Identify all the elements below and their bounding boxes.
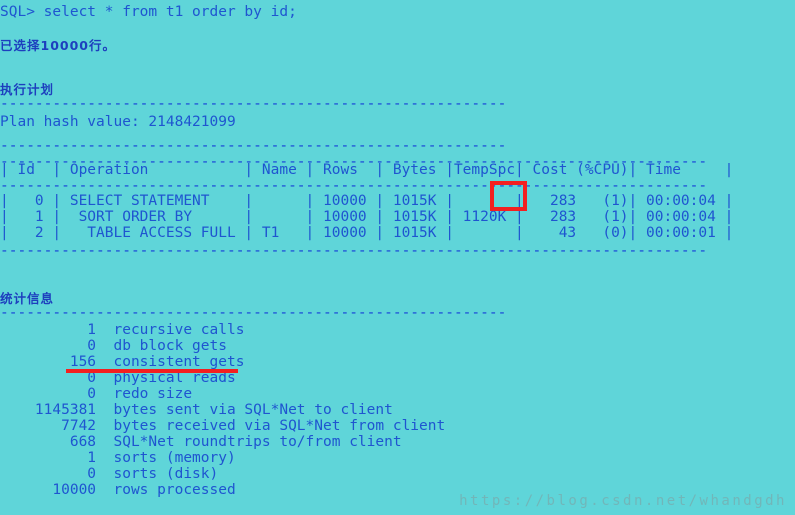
statistic-line: 0 db block gets	[0, 338, 227, 354]
statistic-line: 1 recursive calls	[0, 322, 245, 338]
plan-table-row: | 1 | SORT ORDER BY | | 10000 | 1015K | …	[0, 209, 734, 225]
sql-prompt-line: SQL> select * from t1 order by id;	[0, 4, 297, 20]
consistent-gets-underline	[66, 369, 238, 373]
plan-table-row: | 0 | SELECT STATEMENT | | 10000 | 1015K…	[0, 193, 734, 209]
terminal-output: SQL> select * from t1 order by id; 已选择10…	[0, 0, 795, 515]
separator-below-plan-hash: ----------------------------------------…	[0, 138, 507, 154]
watermark-text: https://blog.csdn.net/whandgdh	[459, 493, 787, 509]
separator-above-plan-hash: ----------------------------------------…	[0, 96, 507, 112]
plan-table-bottom-border: ----------------------------------------…	[0, 243, 708, 259]
statistic-line: 0 redo size	[0, 386, 193, 402]
rows-selected-message: 已选择10000行。	[0, 38, 116, 53]
statistic-line: 10000 rows processed	[0, 482, 236, 498]
separator-below-statistics-heading: ----------------------------------------…	[0, 305, 507, 321]
statistic-line: 156 consistent gets	[0, 354, 245, 370]
statistic-line: 0 sorts (disk)	[0, 466, 219, 482]
statistic-line: 1145381 bytes sent via SQL*Net to client	[0, 402, 393, 418]
plan-table-header-row: | Id | Operation | Name | Rows | Bytes |…	[0, 162, 734, 178]
plan-hash-value-line: Plan hash value: 2148421099	[0, 114, 236, 130]
statistic-line: 1 sorts (memory)	[0, 450, 236, 466]
statistic-line: 7742 bytes received via SQL*Net from cli…	[0, 418, 446, 434]
plan-table-header-border: ----------------------------------------…	[0, 178, 708, 194]
statistic-line: 668 SQL*Net roundtrips to/from client	[0, 434, 402, 450]
plan-table-row: | 2 | TABLE ACCESS FULL | T1 | 10000 | 1…	[0, 225, 734, 241]
